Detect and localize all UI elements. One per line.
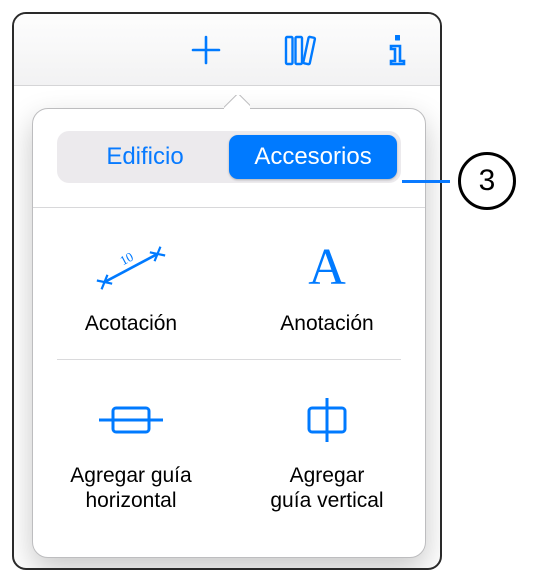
info-button[interactable]	[376, 28, 420, 72]
info-icon	[383, 33, 413, 67]
svg-text:A: A	[308, 240, 346, 296]
horizontal-guide-icon	[97, 390, 165, 450]
item-label: Agregar guíahorizontal	[70, 464, 191, 514]
item-label: Acotación	[85, 312, 177, 337]
accessory-grid-2: Agregar guíahorizontal Agregarguía verti…	[33, 360, 425, 536]
segmented-control: Edificio Accesorios	[57, 131, 401, 183]
dimension-icon: 10	[95, 238, 167, 298]
add-button[interactable]	[184, 28, 228, 72]
toolbar	[14, 14, 440, 86]
item-guia-vertical[interactable]: Agregarguía vertical	[229, 360, 425, 536]
item-anotacion[interactable]: A Anotación	[229, 208, 425, 359]
segment-edificio[interactable]: Edificio	[61, 135, 229, 179]
add-popover: Edificio Accesorios 10	[32, 108, 426, 558]
library-button[interactable]	[280, 28, 324, 72]
app-window: Edificio Accesorios 10	[12, 12, 442, 570]
item-acotacion[interactable]: 10 Acotación	[33, 208, 229, 359]
popover-body: Edificio Accesorios 10	[32, 108, 426, 558]
callout-leader-line	[402, 180, 450, 183]
plus-icon	[190, 34, 222, 66]
vertical-guide-icon	[293, 390, 361, 450]
item-guia-horizontal[interactable]: Agregar guíahorizontal	[33, 360, 229, 536]
annotation-icon: A	[299, 238, 355, 298]
callout: 3	[402, 152, 516, 210]
item-label: Anotación	[280, 312, 373, 337]
segment-accesorios[interactable]: Accesorios	[229, 135, 397, 179]
books-icon	[284, 33, 320, 67]
accessory-grid: 10 Acotación A Anotación	[33, 208, 425, 359]
callout-number: 3	[479, 164, 496, 198]
item-label: Agregarguía vertical	[270, 464, 383, 514]
callout-badge: 3	[458, 152, 516, 210]
popover-arrow	[224, 95, 250, 109]
svg-text:10: 10	[117, 249, 136, 268]
